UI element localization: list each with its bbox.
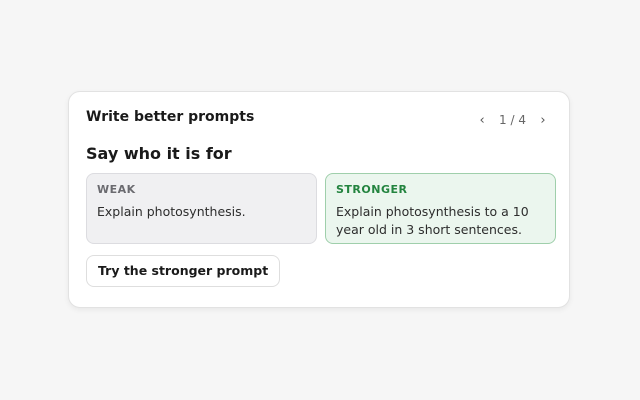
chevron-left-icon[interactable]: ‹ xyxy=(473,111,491,129)
try-stronger-prompt-button[interactable]: Try the stronger prompt xyxy=(86,255,281,287)
chevron-right-icon[interactable]: › xyxy=(534,111,552,129)
card-title: Write better prompts xyxy=(86,109,255,125)
prompt-tips-card: Write better prompts ‹ 1 / 4 › Say who i… xyxy=(68,91,570,308)
card-header: Write better prompts ‹ 1 / 4 › xyxy=(86,108,552,130)
stronger-prompt-text: Explain photosynthesis to a 10 year old … xyxy=(336,204,529,237)
weak-label: WEAK xyxy=(97,183,136,196)
weak-prompt-text: Explain photosynthesis. xyxy=(97,204,246,219)
stronger-label: STRONGER xyxy=(336,183,408,196)
weak-example-box: WEAK Explain photosynthesis. xyxy=(86,173,317,244)
pager: ‹ 1 / 4 › xyxy=(473,111,552,129)
stronger-example-box: STRONGER Explain photosynthesis to a 10 … xyxy=(325,173,556,244)
tip-title: Say who it is for xyxy=(86,144,232,163)
pager-count: 1 / 4 xyxy=(499,113,526,127)
